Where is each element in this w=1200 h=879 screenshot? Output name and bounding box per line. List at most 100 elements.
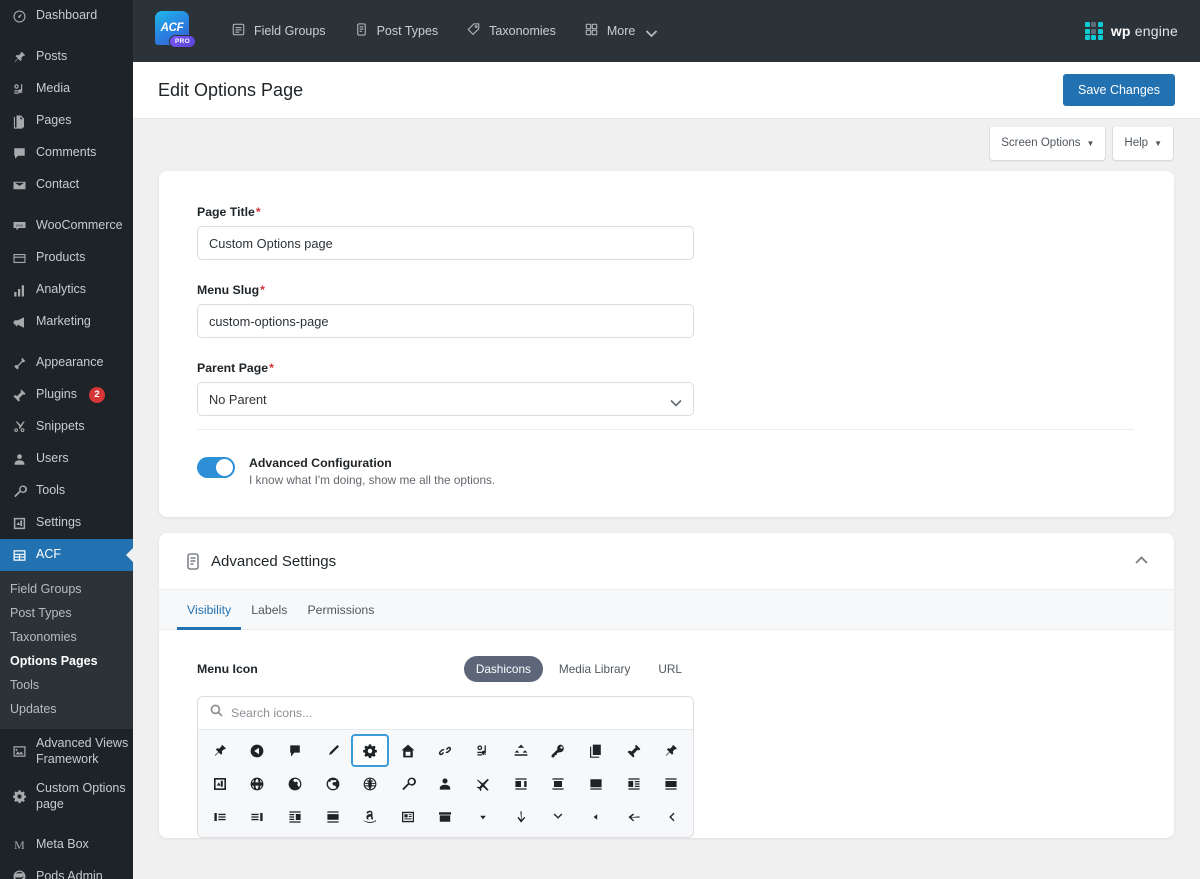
icon-admin-media[interactable] <box>464 734 502 767</box>
icon-amazon[interactable] <box>351 800 389 833</box>
menu-slug-label: Menu Slug* <box>197 283 1136 297</box>
sidebar-item-field-groups[interactable]: Field Groups <box>0 577 133 601</box>
sidebar-divider <box>0 338 133 347</box>
acf-nav-label: Post Types <box>376 24 439 38</box>
icon-align-pull-left2[interactable] <box>201 800 239 833</box>
icon-align-full-width[interactable] <box>577 767 615 800</box>
icon-admin-page-key[interactable] <box>540 734 578 767</box>
icon-edit[interactable] <box>314 734 352 767</box>
icon-arrow-down[interactable] <box>502 800 540 833</box>
sidebar-item-updates[interactable]: Updates <box>0 697 133 721</box>
icon-admin-links[interactable] <box>427 734 465 767</box>
icon-admin-site-alt3[interactable] <box>351 767 389 800</box>
source-tab-media-library[interactable]: Media Library <box>547 656 642 682</box>
acf-logo[interactable]: ACF PRO <box>155 10 196 52</box>
sidebar-item-dashboard[interactable]: Dashboard <box>0 0 133 32</box>
icon-arrow-left-alt[interactable] <box>239 734 277 767</box>
collapse-panel-chevron-up-icon[interactable] <box>1135 552 1148 570</box>
icon-admin-home[interactable] <box>389 734 427 767</box>
screen-options-button[interactable]: Screen Options ▼ <box>989 127 1107 161</box>
icon-arrow-left-small[interactable] <box>577 800 615 833</box>
advanced-settings-card: Advanced Settings Visibility Labels Perm… <box>159 533 1174 838</box>
sidebar-item-taxonomies[interactable]: Taxonomies <box>0 625 133 649</box>
source-tab-dashicons[interactable]: Dashicons <box>463 656 543 682</box>
sidebar-item-posts[interactable]: Posts <box>0 41 133 73</box>
icon-align-pull-right[interactable] <box>239 800 277 833</box>
icon-align-pull-left[interactable] <box>502 767 540 800</box>
sidebar-item-users[interactable]: Users <box>0 443 133 475</box>
sidebar-item-post-types[interactable]: Post Types <box>0 601 133 625</box>
icon-menu-pin[interactable] <box>201 734 239 767</box>
icon-admin-tools[interactable] <box>389 767 427 800</box>
sidebar-item-woocommerce[interactable]: woo WooCommerce <box>0 210 133 242</box>
screen-meta-links: Screen Options ▼ Help ▼ <box>133 119 1200 161</box>
acf-nav-more[interactable]: More <box>570 16 668 46</box>
wp-engine-logo[interactable]: wp engine <box>1084 22 1178 40</box>
menu-icon-row: Menu Icon Dashicons Media Library URL <box>197 656 694 682</box>
advanced-configuration-toggle[interactable] <box>197 457 235 478</box>
sidebar-item-meta-box[interactable]: M Meta Box <box>0 829 133 861</box>
sidebar-item-comments[interactable]: Comments <box>0 137 133 169</box>
sidebar-item-acf-tools[interactable]: Tools <box>0 673 133 697</box>
sidebar-item-tools[interactable]: Tools <box>0 475 133 507</box>
acf-nav-taxonomies[interactable]: Taxonomies <box>452 16 570 46</box>
sidebar-item-pages[interactable]: Pages <box>0 105 133 137</box>
tab-visibility[interactable]: Visibility <box>177 590 242 630</box>
help-button[interactable]: Help ▼ <box>1112 127 1174 161</box>
tab-labels[interactable]: Labels <box>241 590 297 629</box>
tab-permissions[interactable]: Permissions <box>297 590 384 629</box>
icon-admin-settings[interactable] <box>201 767 239 800</box>
icon-arrow-left-alt2[interactable] <box>652 800 690 833</box>
icon-align-wide[interactable] <box>314 800 352 833</box>
sidebar-item-snippets[interactable]: Snippets <box>0 411 133 443</box>
icon-admin-site[interactable] <box>239 767 277 800</box>
icon-archive-box[interactable] <box>427 800 465 833</box>
menu-slug-input[interactable] <box>197 304 694 338</box>
icon-align-none[interactable] <box>652 767 690 800</box>
sidebar-item-settings[interactable]: Settings <box>0 507 133 539</box>
icon-admin-site-alt[interactable] <box>276 767 314 800</box>
dashboard-icon <box>10 7 28 25</box>
sidebar-item-pods-admin[interactable]: Pods Admin <box>0 861 133 879</box>
sidebar-item-plugins[interactable]: Plugins 2 <box>0 379 133 411</box>
sidebar-item-products[interactable]: Products <box>0 242 133 274</box>
required-marker: * <box>260 283 265 297</box>
document-icon <box>185 552 201 570</box>
sidebar-item-appearance[interactable]: Appearance <box>0 347 133 379</box>
icon-analytics-archive[interactable] <box>389 800 427 833</box>
icon-align-left[interactable] <box>615 767 653 800</box>
source-tab-url[interactable]: URL <box>646 656 694 682</box>
icon-admin-site-alt2[interactable] <box>314 767 352 800</box>
icon-admin-users[interactable] <box>427 767 465 800</box>
sidebar-item-analytics[interactable]: Analytics <box>0 274 133 306</box>
icon-arrow-down-small[interactable] <box>464 800 502 833</box>
icon-admin-generic[interactable] <box>351 734 390 767</box>
sidebar-item-marketing[interactable]: Marketing <box>0 306 133 338</box>
sidebar-item-custom-options-page[interactable]: Custom Options page <box>0 774 133 819</box>
icon-comment[interactable] <box>276 734 314 767</box>
icon-admin-network[interactable] <box>502 734 540 767</box>
icon-admin-pages[interactable] <box>577 734 615 767</box>
acf-nav-post-types[interactable]: Post Types <box>340 16 453 46</box>
search-icon <box>210 704 223 722</box>
sidebar-item-advanced-views-framework[interactable]: Advanced Views Framework <box>0 729 133 774</box>
icon-arrow-down-alt2[interactable] <box>540 800 578 833</box>
sidebar-item-contact[interactable]: Contact <box>0 169 133 201</box>
acf-nav-label: Field Groups <box>254 24 326 38</box>
save-changes-button[interactable]: Save Changes <box>1062 74 1175 106</box>
page-title-input[interactable] <box>197 226 694 260</box>
sidebar-item-acf[interactable]: ACF <box>0 539 133 571</box>
icon-align-center[interactable] <box>540 767 578 800</box>
parent-page-select[interactable]: No Parent <box>197 382 694 416</box>
search-icons-input[interactable] <box>231 706 681 720</box>
icon-arrow-left[interactable] <box>615 800 653 833</box>
icon-align-right[interactable] <box>276 800 314 833</box>
sidebar-item-label: Advanced Views Framework <box>36 736 129 766</box>
sidebar-item-media[interactable]: Media <box>0 73 133 105</box>
icon-admin-plugins[interactable] <box>615 734 653 767</box>
sidebar-item-options-pages[interactable]: Options Pages <box>0 649 133 673</box>
parent-page-label-text: Parent Page <box>197 361 269 375</box>
acf-nav-field-groups[interactable]: Field Groups <box>217 16 340 46</box>
icon-airplane[interactable] <box>464 767 502 800</box>
icon-admin-post-pin[interactable] <box>652 734 690 767</box>
